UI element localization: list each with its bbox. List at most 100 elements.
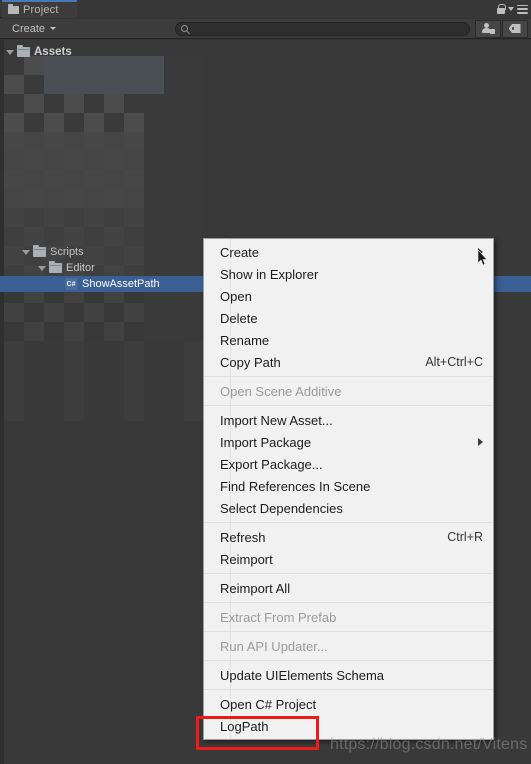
menu-item-shortcut: Alt+Ctrl+C	[425, 355, 483, 369]
filter-by-type-icon	[481, 23, 495, 34]
mosaic-cell	[104, 189, 124, 208]
mosaic-cell	[84, 189, 104, 208]
mosaic-cell	[84, 132, 104, 151]
menu-item-open-scene-additive: Open Scene Additive	[204, 380, 493, 402]
tree-row[interactable]: Assets	[0, 44, 531, 60]
mosaic-cell	[44, 132, 64, 151]
mosaic-cell	[164, 75, 184, 94]
tab-project-label: Project	[23, 4, 59, 16]
chevron-down-icon[interactable]	[508, 7, 514, 11]
search-input[interactable]	[188, 23, 469, 34]
menu-item-update-uielements-schema[interactable]: Update UIElements Schema	[204, 664, 493, 686]
mosaic-cell	[104, 132, 124, 151]
menu-item-label: Show in Explorer	[220, 266, 319, 282]
mosaic-cell	[44, 75, 64, 94]
mosaic-cell	[44, 151, 64, 170]
menu-item-open-c-project[interactable]: Open C# Project	[204, 693, 493, 715]
mosaic-cell	[144, 170, 164, 189]
mosaic-cell	[104, 75, 124, 94]
tree-item-label: Assets	[34, 46, 72, 58]
mosaic-cell	[124, 170, 144, 189]
mosaic-cell	[4, 151, 24, 170]
menu-item-find-references-in-scene[interactable]: Find References In Scene	[204, 475, 493, 497]
mosaic-cell	[24, 94, 44, 113]
tab-right-controls	[497, 1, 528, 17]
menu-item-label: Open C# Project	[220, 696, 317, 712]
mosaic-cell	[64, 189, 84, 208]
menu-separator	[204, 405, 493, 406]
menu-item-export-package[interactable]: Export Package...	[204, 453, 493, 475]
mosaic-cell	[64, 113, 84, 132]
mosaic-cell	[64, 132, 84, 151]
expand-triangle-icon[interactable]	[6, 49, 14, 55]
mosaic-cell	[84, 94, 104, 113]
menu-item-open[interactable]: Open	[204, 285, 493, 307]
create-button[interactable]: Create	[2, 20, 64, 38]
menu-item-label: Reimport All	[220, 580, 291, 596]
menu-item-reimport-all[interactable]: Reimport All	[204, 577, 493, 599]
mosaic-cell	[164, 151, 184, 170]
search-field[interactable]	[175, 21, 470, 36]
mosaic-cell	[184, 208, 204, 227]
mosaic-cell	[4, 189, 24, 208]
mosaic-cell	[164, 170, 184, 189]
menu-item-label: Delete	[220, 310, 258, 326]
menu-item-select-dependencies[interactable]: Select Dependencies	[204, 497, 493, 519]
mosaic-cell	[104, 94, 124, 113]
menu-item-copy-path[interactable]: Copy Path Alt+Ctrl+C	[204, 351, 493, 373]
hamburger-menu-icon[interactable]	[517, 4, 528, 14]
filter-by-label-button[interactable]	[502, 19, 528, 38]
search-icon	[181, 25, 188, 32]
menu-item-refresh[interactable]: Refresh Ctrl+R	[204, 526, 493, 548]
project-panel: Project Create Assets Scripts Editor C# …	[0, 0, 531, 764]
mosaic-cell	[184, 113, 204, 132]
tree-item-label: Scripts	[50, 246, 84, 258]
create-button-label: Create	[12, 22, 46, 35]
mosaic-cell	[164, 94, 184, 113]
menu-item-label: Rename	[220, 332, 270, 348]
mosaic-cell	[64, 75, 84, 94]
menu-item-import-package[interactable]: Import Package	[204, 431, 493, 453]
mouse-cursor	[478, 250, 488, 266]
menu-item-label: Reimport	[220, 551, 273, 567]
filter-by-type-button[interactable]	[475, 19, 501, 38]
mosaic-cell	[64, 170, 84, 189]
menu-item-delete[interactable]: Delete	[204, 307, 493, 329]
tree-item-label: ShowAssetPath	[82, 278, 160, 290]
tab-strip: Project	[0, 0, 531, 18]
mosaic-cell	[144, 113, 164, 132]
mosaic-cell	[44, 208, 64, 227]
mosaic-cell	[124, 113, 144, 132]
watermark-text: https://blog.csdn.net/Vitens	[330, 736, 528, 753]
menu-item-label: Import Package	[220, 434, 312, 450]
mosaic-cell	[84, 170, 104, 189]
menu-item-create[interactable]: Create	[204, 241, 493, 263]
menu-item-logpath[interactable]: LogPath	[204, 715, 493, 737]
mosaic-cell	[184, 94, 204, 113]
expand-triangle-icon[interactable]	[22, 249, 30, 255]
tab-project[interactable]: Project	[2, 0, 77, 18]
menu-item-label: Select Dependencies	[220, 500, 343, 516]
mosaic-cell	[24, 75, 44, 94]
menu-item-label: Run API Updater...	[220, 638, 328, 654]
menu-item-extract-from-prefab: Extract From Prefab	[204, 606, 493, 628]
mosaic-cell	[24, 189, 44, 208]
folder-icon	[8, 4, 19, 14]
menu-separator	[204, 689, 493, 690]
asset-context-menu[interactable]: Create Show in Explorer Open Delete Rename Co…	[203, 238, 494, 740]
lock-icon[interactable]	[497, 4, 506, 14]
mosaic-cell	[164, 189, 184, 208]
menu-item-reimport[interactable]: Reimport	[204, 548, 493, 570]
menu-item-label: Refresh	[220, 529, 266, 545]
mosaic-cell	[184, 189, 204, 208]
mosaic-cell	[104, 208, 124, 227]
expand-triangle-icon[interactable]	[38, 265, 46, 271]
menu-item-import-new-asset[interactable]: Import New Asset...	[204, 409, 493, 431]
mosaic-cell	[64, 94, 84, 113]
menu-item-rename[interactable]: Rename	[204, 329, 493, 351]
mosaic-cell	[124, 75, 144, 94]
menu-separator	[204, 660, 493, 661]
mosaic-cell	[184, 170, 204, 189]
menu-item-show-in-explorer[interactable]: Show in Explorer	[204, 263, 493, 285]
filter-icon-square	[489, 29, 495, 34]
